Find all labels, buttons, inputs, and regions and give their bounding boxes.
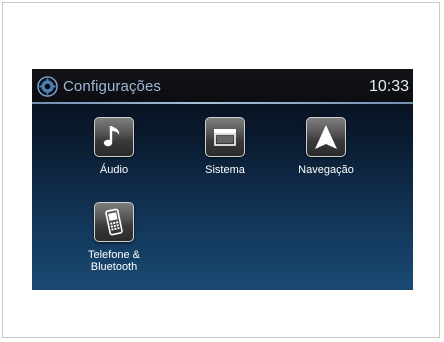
menu-item-navegacao[interactable]: Navegação <box>281 117 371 176</box>
header-bar: Configurações 10:33 <box>32 69 413 104</box>
menu-item-telefone-bluetooth[interactable]: Telefone & Bluetooth <box>69 202 159 273</box>
music-note-icon <box>94 117 134 157</box>
settings-screen: Configurações 10:33 Áudio Sistema Navega… <box>32 69 413 290</box>
menu-item-sistema[interactable]: Sistema <box>180 117 270 176</box>
system-box-icon <box>205 117 245 157</box>
page-title: Configurações <box>63 78 162 95</box>
settings-gear-icon <box>37 76 58 97</box>
clock: 10:33 <box>368 78 409 95</box>
menu-item-label: Telefone & Bluetooth <box>88 249 140 273</box>
navigation-arrow-icon <box>306 117 346 157</box>
menu-item-label: Sistema <box>205 164 245 176</box>
header-divider <box>32 102 413 104</box>
menu-item-audio[interactable]: Áudio <box>69 117 159 176</box>
menu-item-label: Navegação <box>298 164 354 176</box>
menu-item-label: Áudio <box>99 164 129 176</box>
phone-icon <box>94 202 134 242</box>
